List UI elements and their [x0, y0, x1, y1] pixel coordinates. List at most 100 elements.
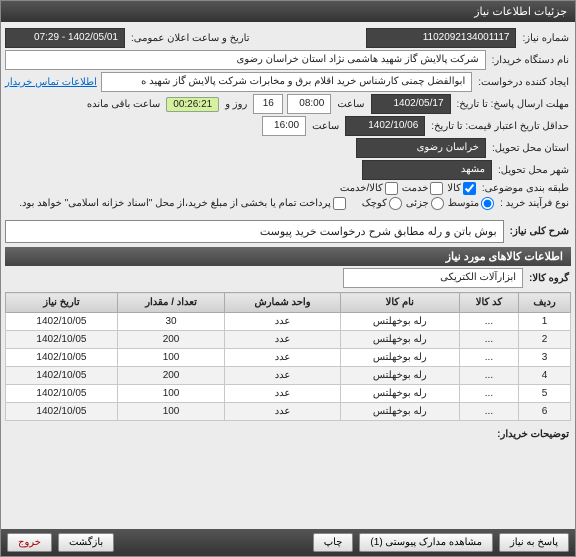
- cell-name: رله بوخهلتس: [340, 385, 459, 403]
- table-row[interactable]: 4...رله بوخهلتسعدد2001402/10/05: [6, 367, 571, 385]
- ptype-medium-opt[interactable]: متوسط: [448, 197, 494, 210]
- cell-date: 1402/10/05: [6, 331, 118, 349]
- validity-label: حداقل تاریخ اعتبار قیمت: تا تاریخ:: [429, 121, 571, 132]
- treasury-check[interactable]: [333, 197, 346, 210]
- group-value: ابزارآلات الکتریکی: [343, 268, 523, 288]
- cell-code: ...: [459, 331, 518, 349]
- pub-datetime-label: تاریخ و ساعت اعلان عمومی:: [129, 33, 252, 44]
- cell-unit: عدد: [225, 403, 341, 421]
- countdown-timer: 00:26:21: [166, 97, 219, 112]
- print-button[interactable]: چاپ: [313, 533, 354, 552]
- buyer-notes-label: توضیحات خریدار:: [495, 429, 571, 440]
- ptype-small-radio[interactable]: [389, 197, 402, 210]
- cell-unit: عدد: [225, 385, 341, 403]
- desc-value[interactable]: بوش باتن و رله مطابق شرح درخواست خرید پی…: [5, 220, 504, 243]
- title-bar: جزئیات اطلاعات نیاز: [1, 1, 575, 22]
- subject-kala-opt[interactable]: کالا: [447, 182, 476, 195]
- cell-unit: عدد: [225, 331, 341, 349]
- col-rownum: ردیف: [519, 293, 571, 313]
- cell-date: 1402/10/05: [6, 349, 118, 367]
- footer-bar: پاسخ به نیاز مشاهده مدارک پیوستی (1) چاپ…: [1, 529, 575, 556]
- need-no-label: شماره نیاز:: [520, 33, 571, 44]
- province-value: خراسان رضوی: [356, 138, 486, 158]
- cell-unit: عدد: [225, 349, 341, 367]
- remaining-label: ساعت باقی مانده: [85, 99, 162, 110]
- pub-datetime-value: 1402/05/01 - 07:29: [5, 28, 125, 48]
- col-code: کد کالا: [459, 293, 518, 313]
- table-row[interactable]: 6...رله بوخهلتسعدد1001402/10/05: [6, 403, 571, 421]
- exit-button[interactable]: خروج: [7, 533, 52, 552]
- cell-unit: عدد: [225, 313, 341, 331]
- back-button[interactable]: بازگشت: [58, 533, 114, 552]
- cell-name: رله بوخهلتس: [340, 331, 459, 349]
- col-qty: تعداد / مقدار: [117, 293, 224, 313]
- cell-name: رله بوخهلتس: [340, 367, 459, 385]
- table-row[interactable]: 3...رله بوخهلتسعدد1001402/10/05: [6, 349, 571, 367]
- ptype-medium-radio[interactable]: [481, 197, 494, 210]
- deadline-label: مهلت ارسال پاسخ: تا تاریخ:: [455, 99, 571, 110]
- buyer-org-label: نام دستگاه خریدار:: [490, 55, 571, 66]
- cell-n: 5: [519, 385, 571, 403]
- col-unit: واحد شمارش: [225, 293, 341, 313]
- city-label: شهر محل تحویل:: [496, 165, 571, 176]
- cell-code: ...: [459, 349, 518, 367]
- cell-qty: 100: [117, 385, 224, 403]
- day-count: 16: [253, 94, 283, 114]
- items-table: ردیف کد کالا نام کالا واحد شمارش تعداد /…: [5, 292, 571, 421]
- table-row[interactable]: 5...رله بوخهلتسعدد1001402/10/05: [6, 385, 571, 403]
- cell-date: 1402/10/05: [6, 403, 118, 421]
- contact-link[interactable]: اطلاعات تماس خریدار: [5, 77, 97, 88]
- cell-name: رله بوخهلتس: [340, 313, 459, 331]
- col-name: نام کالا: [340, 293, 459, 313]
- cell-n: 2: [519, 331, 571, 349]
- ptype-partial-radio[interactable]: [431, 197, 444, 210]
- cell-n: 3: [519, 349, 571, 367]
- table-header-row: ردیف کد کالا نام کالا واحد شمارش تعداد /…: [6, 293, 571, 313]
- cell-n: 4: [519, 367, 571, 385]
- validity-time: 16:00: [262, 116, 306, 136]
- cell-unit: عدد: [225, 367, 341, 385]
- cell-date: 1402/10/05: [6, 313, 118, 331]
- cell-n: 1: [519, 313, 571, 331]
- subject-kala-check[interactable]: [463, 182, 476, 195]
- cell-name: رله بوخهلتس: [340, 349, 459, 367]
- cell-code: ...: [459, 313, 518, 331]
- day-unit: روز و: [223, 99, 249, 110]
- cell-qty: 30: [117, 313, 224, 331]
- province-label: استان محل تحویل:: [490, 143, 571, 154]
- deadline-time: 08:00: [287, 94, 331, 114]
- table-row[interactable]: 2...رله بوخهلتسعدد2001402/10/05: [6, 331, 571, 349]
- time-label-2: ساعت: [310, 121, 341, 132]
- cell-qty: 100: [117, 403, 224, 421]
- ptype-partial-opt[interactable]: جزئی: [406, 197, 444, 210]
- desc-label: شرح کلی نیاز:: [508, 226, 571, 237]
- table-row[interactable]: 1...رله بوخهلتسعدد301402/10/05: [6, 313, 571, 331]
- treasury-opt[interactable]: پرداخت تمام یا بخشی از مبلغ خرید،از محل …: [19, 197, 346, 210]
- cell-n: 6: [519, 403, 571, 421]
- cell-qty: 200: [117, 331, 224, 349]
- items-table-wrap: ۰۲۱-۸۸۳۴۹۶ ردیف کد کالا نام کالا واحد شم…: [5, 292, 571, 421]
- window: جزئیات اطلاعات نیاز شماره نیاز: 11020921…: [0, 0, 576, 557]
- ptype-small-opt[interactable]: کوچک: [362, 197, 402, 210]
- subject-class-label: طبقه بندی موضوعی:: [480, 183, 571, 194]
- content-area: شماره نیاز: 1102092134001117 تاریخ و ساع…: [1, 22, 575, 529]
- group-label: گروه کالا:: [527, 273, 571, 284]
- window-title: جزئیات اطلاعات نیاز: [474, 5, 567, 18]
- cell-name: رله بوخهلتس: [340, 403, 459, 421]
- requester-value: ابوالفضل چمنی کارشناس خرید اقلام برق و م…: [101, 72, 472, 92]
- validity-date: 1402/10/06: [345, 116, 425, 136]
- subject-service-opt[interactable]: خدمت: [402, 182, 444, 195]
- cell-code: ...: [459, 385, 518, 403]
- subject-both-check[interactable]: [385, 182, 398, 195]
- attachments-button[interactable]: مشاهده مدارک پیوستی (1): [359, 533, 493, 552]
- requester-label: ایجاد کننده درخواست:: [476, 77, 571, 88]
- cell-code: ...: [459, 367, 518, 385]
- subject-service-check[interactable]: [430, 182, 443, 195]
- purchase-type-label: نوع فرآیند خرید :: [498, 198, 571, 209]
- reply-button[interactable]: پاسخ به نیاز: [499, 533, 569, 552]
- city-value: مشهد: [362, 160, 492, 180]
- items-section-header: اطلاعات کالاهای مورد نیاز: [5, 247, 571, 266]
- subject-both-opt[interactable]: کالا/خدمت: [340, 182, 398, 195]
- cell-date: 1402/10/05: [6, 367, 118, 385]
- time-label-1: ساعت: [335, 99, 366, 110]
